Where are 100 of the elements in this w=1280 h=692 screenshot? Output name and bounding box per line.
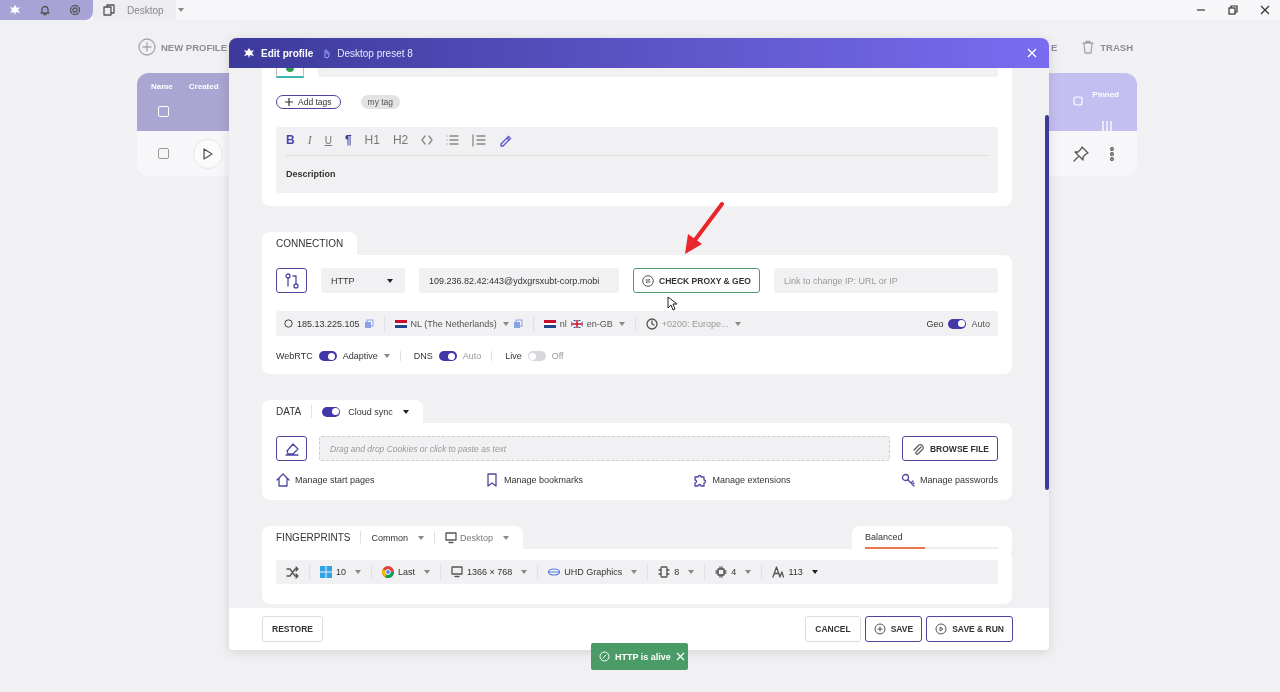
save-button[interactable]: SAVE [864, 616, 923, 642]
clock-icon [645, 317, 658, 330]
toggle-switch[interactable] [438, 351, 457, 361]
clear-cookies-button[interactable] [276, 436, 307, 461]
restore-icon[interactable] [1228, 5, 1238, 15]
proxy-settings-button[interactable] [276, 268, 307, 293]
mode-select[interactable]: Adaptive [342, 351, 378, 361]
fingerprint-select[interactable]: 4 [731, 567, 737, 577]
description-editor[interactable]: B I U ¶ H1 H2 Description [276, 127, 998, 193]
manage-link[interactable]: Manage extensions [693, 473, 791, 487]
caret-icon [811, 570, 818, 574]
close-icon[interactable] [1260, 5, 1270, 15]
pin-icon[interactable] [1073, 145, 1089, 162]
toggle-switch[interactable] [948, 318, 967, 329]
key-icon [900, 473, 915, 487]
bell-icon[interactable] [39, 4, 51, 16]
toggle-switch[interactable] [322, 406, 341, 417]
copy-icon[interactable] [363, 318, 374, 329]
play-button[interactable] [193, 138, 223, 169]
fingerprint-select[interactable]: 113 [788, 567, 803, 577]
plus-circle-icon [138, 38, 156, 56]
italic-tool[interactable]: I [307, 132, 312, 148]
home-icon [276, 473, 290, 487]
refresh-icon [642, 274, 654, 287]
plus-icon [285, 98, 293, 106]
underline-tool[interactable]: U [324, 134, 332, 146]
fingerprint-select[interactable]: UHD Graphics [564, 567, 623, 577]
bold-tool[interactable]: B [286, 133, 295, 147]
fingerprint-select[interactable]: 1366 × 768 [467, 567, 513, 577]
toggle-value: Auto [462, 351, 482, 361]
caret-icon [734, 321, 741, 326]
monitor-icon [444, 531, 457, 544]
logo-icon[interactable] [9, 4, 21, 16]
toggle-value: Off [551, 351, 564, 361]
cloud-sync-select[interactable]: Cloud sync [348, 406, 393, 417]
check-circle-icon [599, 651, 610, 662]
manage-link[interactable]: Manage start pages [276, 473, 375, 487]
flag-icon [543, 319, 556, 328]
heading-tool[interactable]: H2 [392, 133, 409, 147]
heading-tool[interactable]: H1 [364, 133, 380, 147]
toast-message: HTTP is alive [615, 651, 671, 662]
restore-button[interactable]: RESTORE [262, 616, 323, 642]
proxy-type-select[interactable]: HTTP [321, 268, 405, 293]
country-select[interactable]: NL (The Netherlands) [410, 318, 497, 329]
gpu-icon [548, 566, 561, 578]
checkbox[interactable] [158, 148, 169, 159]
proxy-field[interactable]: 109.236.82.42:443@ydxgrsxubt-corp.mobi [419, 268, 619, 293]
settings-icon[interactable] [69, 4, 81, 16]
caret-icon [631, 570, 638, 574]
avatar-frame[interactable] [276, 68, 304, 78]
code-icon[interactable] [421, 134, 434, 146]
shuffle-icon[interactable] [286, 565, 299, 579]
window-icon [103, 4, 115, 16]
section-title: DATA [276, 406, 302, 417]
font-icon [772, 566, 785, 578]
annotation-arrow [684, 202, 724, 256]
copy-icon[interactable] [512, 318, 523, 329]
paragraph-tool[interactable]: ¶ [344, 133, 352, 147]
ip-address: 185.13.225.105 [297, 318, 360, 329]
toggle-label: Geo [926, 318, 944, 329]
cookies-drop-field[interactable]: Drag and drop Cookies or click to paste as text [319, 436, 890, 461]
pen-icon[interactable] [499, 133, 513, 147]
manage-link[interactable]: Manage bookmarks [485, 473, 584, 487]
cancel-button[interactable]: CANCEL [805, 616, 861, 642]
caret-icon [503, 535, 509, 540]
memory-icon [658, 566, 671, 578]
language-value[interactable]: nl [559, 318, 567, 329]
section-title: FINGERPRINTS [276, 532, 351, 543]
caret-icon [424, 570, 431, 574]
browse-file-button[interactable]: BROWSE FILE [901, 436, 998, 461]
change-ip-field[interactable]: Link to change IP: URL or IP [773, 268, 998, 293]
windows-icon [320, 566, 332, 578]
toolbar-label: E [1050, 41, 1058, 53]
save-and-run-button[interactable]: SAVE & RUN [926, 616, 1013, 642]
toggle-switch[interactable] [527, 351, 546, 361]
caret-icon [355, 570, 361, 574]
scrollbar-thumb[interactable] [1045, 115, 1049, 490]
hand-icon [321, 47, 332, 59]
add-tags-button[interactable]: Add tags [276, 95, 341, 109]
manage-link[interactable]: Manage passwords [900, 473, 998, 487]
fingerprint-select[interactable]: 10 [336, 567, 346, 577]
caret-icon [402, 409, 409, 414]
mode-select[interactable]: Common [371, 532, 408, 543]
monitor-icon [451, 566, 464, 578]
tag-chip[interactable]: my tag [360, 95, 401, 109]
preset-tab[interactable]: Balanced [852, 526, 1012, 551]
more-icon[interactable] [1109, 146, 1115, 161]
locale-value[interactable]: en-GB [586, 318, 613, 329]
bookmark-icon [485, 473, 499, 487]
select-value: HTTP [331, 275, 355, 286]
numbered-list-icon[interactable] [472, 133, 487, 147]
toggle-label: DNS [413, 351, 433, 361]
fingerprint-select[interactable]: 8 [674, 567, 680, 577]
check-proxy-button[interactable]: CHECK PROXY & GEO [633, 268, 760, 293]
toggle-switch[interactable] [318, 351, 337, 361]
fingerprint-select[interactable]: Last [398, 567, 416, 577]
tab-label: Desktop [127, 4, 164, 16]
browser-icon [382, 566, 394, 578]
device-select[interactable]: Desktop [444, 531, 493, 544]
caret-icon [521, 570, 528, 574]
